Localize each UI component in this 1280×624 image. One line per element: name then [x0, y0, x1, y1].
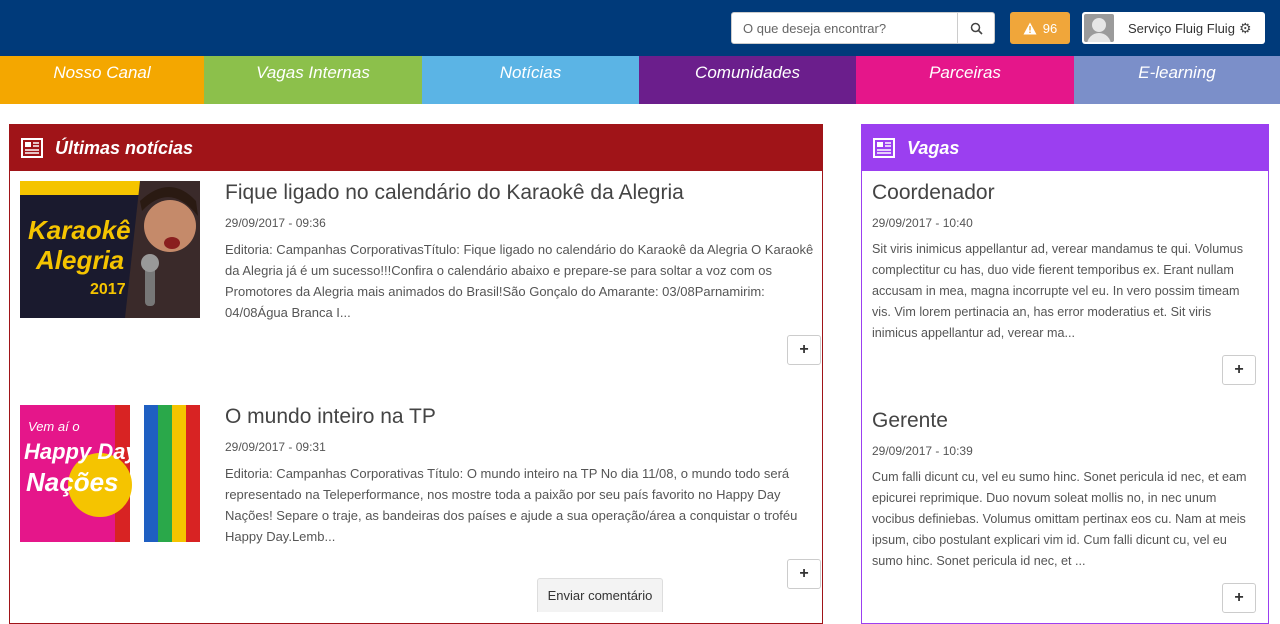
newspaper-icon — [873, 138, 895, 158]
nav-label: E-learning — [1138, 63, 1216, 82]
jobs-panel-title: Vagas — [907, 137, 960, 158]
nav-label: Parceiras — [929, 63, 1001, 82]
image-text: Nações — [26, 467, 119, 497]
image-text: Happy Day — [24, 439, 139, 464]
job-excerpt: Sit viris inimicus appellantur ad, verea… — [872, 242, 1243, 340]
job-item: Gerente 29/09/2017 - 10:39 Cum falli dic… — [872, 409, 1260, 619]
news-panel-title: Últimas notícias — [55, 137, 194, 158]
image-text: 2017 — [90, 281, 126, 298]
image-text: Vem aí o — [28, 419, 80, 434]
news-title-link[interactable]: O mundo inteiro na TP — [225, 405, 436, 429]
read-more-button[interactable]: + — [1222, 355, 1256, 385]
send-comment-button[interactable]: Enviar comentário — [537, 578, 663, 612]
alerts-button[interactable]: 96 — [1010, 12, 1070, 44]
news-item: Vem aí o Happy Day Nações O mundo inteir… — [20, 405, 821, 595]
jobs-panel-header: Vagas — [862, 125, 1268, 171]
nav-tile-parceiras[interactable]: Parceiras — [856, 56, 1074, 104]
news-panel-header: Últimas notícias — [10, 125, 822, 171]
search-button[interactable] — [957, 13, 994, 43]
nav-label: Notícias — [499, 63, 562, 82]
warning-icon — [1023, 22, 1037, 34]
top-bar: 96 Serviço Fluig Fluig ⚙ — [0, 0, 1280, 56]
nav-tile-e-learning[interactable]: E-learning — [1074, 56, 1280, 104]
news-panel: Últimas notícias Karaokê Alegria 2017 Fi… — [9, 124, 823, 624]
read-more-button[interactable]: + — [787, 559, 821, 589]
jobs-panel: Vagas Coordenador 29/09/2017 - 10:40 Sit… — [861, 124, 1269, 624]
news-thumbnail[interactable]: Karaokê Alegria 2017 — [20, 181, 200, 318]
nav-label: Vagas Internas — [256, 63, 370, 82]
job-excerpt: Cum falli dicunt cu, vel eu sumo hinc. S… — [872, 470, 1247, 568]
news-thumbnail[interactable]: Vem aí o Happy Day Nações — [20, 405, 200, 542]
image-text: Karaokê — [28, 215, 131, 245]
nav-label: Nosso Canal — [53, 63, 151, 82]
avatar — [1084, 14, 1114, 42]
search-input[interactable] — [732, 13, 958, 43]
news-item: Karaokê Alegria 2017 Fique ligado no cal… — [20, 181, 821, 371]
user-name: Serviço Fluig Fluig — [1128, 20, 1235, 36]
newspaper-icon — [21, 138, 43, 158]
search-box — [731, 12, 995, 44]
nav-label: Comunidades — [695, 63, 800, 82]
news-date: 29/09/2017 - 09:31 — [225, 440, 326, 454]
nav-tile-noticias[interactable]: Notícias — [422, 56, 639, 104]
news-excerpt: Editoria: Campanhas Corporativas Título:… — [225, 466, 798, 544]
job-date: 29/09/2017 - 10:40 — [872, 216, 973, 230]
image-text: Alegria — [35, 245, 124, 275]
main-nav: Nosso Canal Vagas Internas Notícias Comu… — [0, 56, 1280, 104]
job-item: Coordenador 29/09/2017 - 10:40 Sit viris… — [872, 181, 1260, 391]
job-title-link[interactable]: Gerente — [872, 409, 948, 433]
news-date: 29/09/2017 - 09:36 — [225, 216, 326, 230]
nav-tile-comunidades[interactable]: Comunidades — [639, 56, 856, 104]
user-menu[interactable]: Serviço Fluig Fluig ⚙ — [1082, 12, 1265, 44]
search-icon — [970, 22, 983, 35]
job-title-link[interactable]: Coordenador — [872, 181, 995, 205]
karaoke-image: Karaokê Alegria 2017 — [20, 181, 200, 318]
news-title-link[interactable]: Fique ligado no calendário do Karaokê da… — [225, 181, 684, 205]
alerts-count: 96 — [1042, 20, 1058, 36]
job-date: 29/09/2017 - 10:39 — [872, 444, 973, 458]
read-more-button[interactable]: + — [1222, 583, 1256, 613]
nav-tile-nosso-canal[interactable]: Nosso Canal — [0, 56, 204, 104]
read-more-button[interactable]: + — [787, 335, 821, 365]
news-excerpt: Editoria: Campanhas CorporativasTítulo: … — [225, 242, 814, 320]
happy-day-image: Vem aí o Happy Day Nações — [20, 405, 200, 542]
gear-icon: ⚙ — [1238, 19, 1252, 36]
nav-tile-vagas-internas[interactable]: Vagas Internas — [204, 56, 422, 104]
